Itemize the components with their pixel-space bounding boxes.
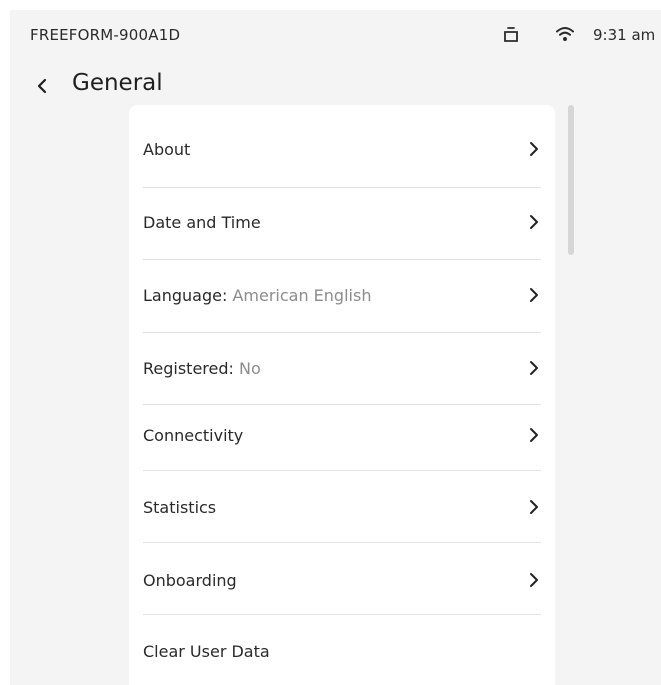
chevron-right-icon bbox=[530, 142, 538, 156]
wifi-icon bbox=[555, 25, 575, 43]
language-value: American English bbox=[232, 285, 372, 305]
menu-item-label: Statistics bbox=[143, 497, 217, 517]
chevron-right-icon bbox=[530, 288, 538, 302]
device-name: FREEFORM-900A1D bbox=[30, 26, 181, 44]
divider bbox=[143, 470, 541, 471]
divider bbox=[143, 542, 541, 543]
menu-item-registered[interactable]: Registered: No bbox=[143, 338, 541, 398]
chevron-left-icon[interactable] bbox=[34, 76, 50, 96]
chevron-right-icon bbox=[530, 215, 538, 229]
menu-item-label: Language: American English bbox=[143, 285, 372, 305]
menu-item-label: Onboarding bbox=[143, 570, 237, 590]
chevron-right-icon bbox=[530, 500, 538, 514]
registered-value: No bbox=[239, 358, 261, 378]
clock: 9:31 am bbox=[593, 26, 656, 44]
title-bar: General bbox=[10, 66, 661, 106]
battery-icon bbox=[502, 25, 520, 43]
divider bbox=[143, 259, 541, 260]
menu-item-date-and-time[interactable]: Date and Time bbox=[143, 192, 541, 252]
status-bar: FREEFORM-900A1D 9:31 am bbox=[10, 10, 661, 58]
menu-item-label: About bbox=[143, 139, 191, 159]
divider bbox=[143, 187, 541, 188]
page-title: General bbox=[72, 70, 163, 96]
chevron-right-icon bbox=[530, 361, 538, 375]
scrollbar[interactable] bbox=[568, 105, 574, 675]
scrollbar-thumb[interactable] bbox=[568, 105, 574, 255]
menu-item-clear-user-data[interactable]: Clear User Data bbox=[143, 621, 541, 681]
menu-item-label: Registered: No bbox=[143, 358, 261, 378]
settings-screen: FREEFORM-900A1D 9:31 am General About Da… bbox=[10, 10, 661, 685]
menu-item-statistics[interactable]: Statistics bbox=[143, 476, 541, 538]
menu-item-label: Clear User Data bbox=[143, 641, 270, 661]
menu-item-label: Connectivity bbox=[143, 425, 244, 445]
menu-item-label: Date and Time bbox=[143, 212, 261, 232]
divider bbox=[143, 332, 541, 333]
menu-item-about[interactable]: About bbox=[143, 119, 541, 179]
menu-item-onboarding[interactable]: Onboarding bbox=[143, 549, 541, 611]
menu-item-connectivity[interactable]: Connectivity bbox=[143, 404, 541, 466]
settings-list: About Date and Time Language: American E… bbox=[129, 105, 555, 685]
divider bbox=[143, 614, 541, 615]
menu-item-language[interactable]: Language: American English bbox=[143, 265, 541, 325]
chevron-right-icon bbox=[530, 428, 538, 442]
chevron-right-icon bbox=[530, 573, 538, 587]
